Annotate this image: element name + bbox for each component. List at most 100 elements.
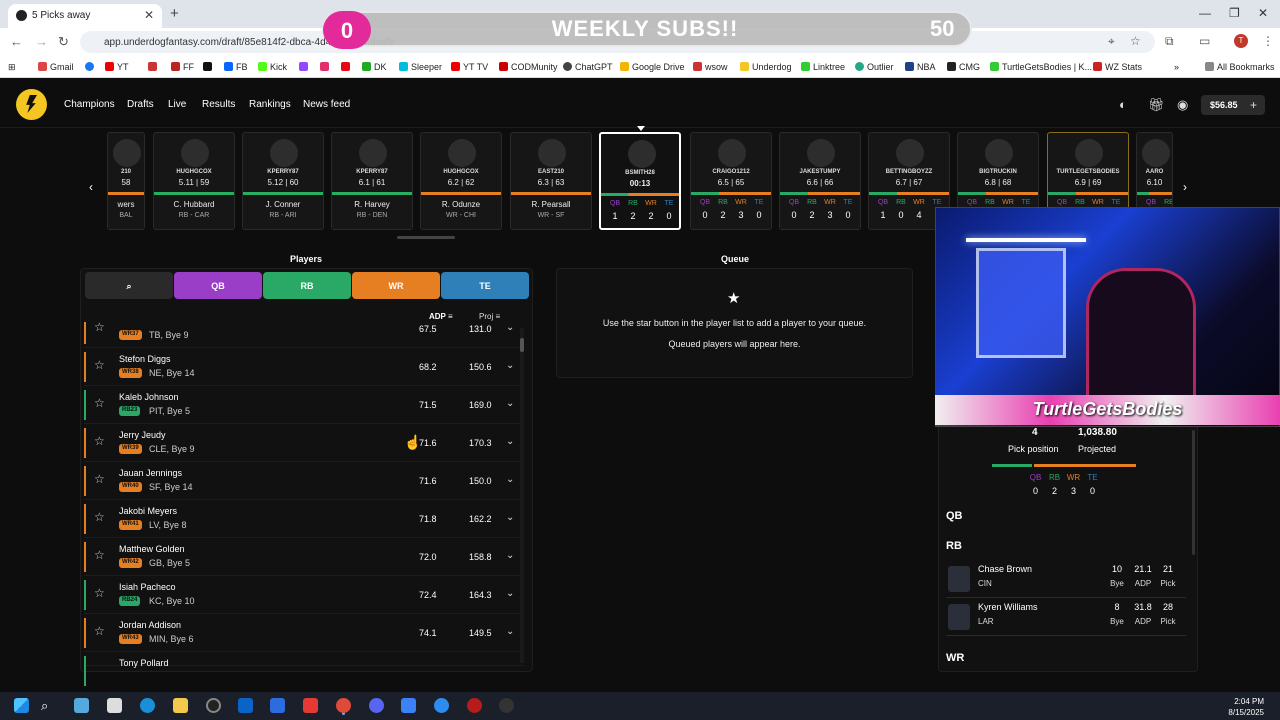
bookmark-linktree[interactable]: Linktree xyxy=(801,62,845,72)
chevron-down-icon[interactable]: ⌄ xyxy=(506,398,514,409)
player-row[interactable]: ☆ WR37 TB, Bye 9 67.5 131.0 ⌄ xyxy=(84,320,524,348)
team-panel-scrollbar[interactable] xyxy=(1192,430,1195,555)
more-bookmarks-icon[interactable]: » xyxy=(1174,62,1179,72)
browser-tab[interactable]: 5 Picks away ✕ xyxy=(8,4,162,28)
add-funds-icon[interactable]: + xyxy=(1250,98,1257,112)
draft-board-card[interactable]: EAST210 6.3 | 63 R. Pearsall WR - SF xyxy=(510,132,592,230)
discord-icon[interactable] xyxy=(369,698,384,713)
bookmark-star-icon[interactable]: ☆ xyxy=(1130,34,1141,48)
queue-star-icon[interactable]: ☆ xyxy=(94,586,105,600)
draft-board-card[interactable]: HUGHGCOX 6.2 | 62 R. Odunze WR - CHI xyxy=(420,132,502,230)
queue-star-icon[interactable]: ☆ xyxy=(94,548,105,562)
queue-star-icon[interactable]: ☆ xyxy=(94,510,105,524)
bookmark-nba[interactable]: NBA xyxy=(905,62,936,72)
forward-icon[interactable]: → xyxy=(35,34,48,49)
store-icon[interactable] xyxy=(270,698,285,713)
player-row[interactable]: ☆ Kaleb Johnson RB23 PIT, Bye 5 71.5 169.0 ⌄ xyxy=(84,386,524,424)
bookmark-netflix[interactable] xyxy=(341,62,353,72)
queue-star-icon[interactable]: ☆ xyxy=(94,434,105,448)
apps-icon[interactable]: ⊞ xyxy=(8,62,16,73)
extensions-icon[interactable]: ⧉ xyxy=(1165,34,1174,49)
bookmark-instagram[interactable] xyxy=(320,62,332,72)
minimize-icon[interactable]: — xyxy=(1199,6,1211,20)
bookmark-google-drive[interactable]: Google Drive xyxy=(620,62,685,72)
bookmark-wz-stats[interactable]: WZ Stats xyxy=(1093,62,1142,72)
chrome-icon[interactable] xyxy=(336,698,351,713)
chevron-down-icon[interactable]: ⌄ xyxy=(506,550,514,561)
reload-icon[interactable]: ↻ xyxy=(58,34,69,50)
queue-star-icon[interactable]: ☆ xyxy=(94,624,105,638)
player-row[interactable]: ☆ Jerry Jeudy WR39 CLE, Bye 9 71.6 170.3 ⌄ xyxy=(84,424,524,462)
bookmark-cmg[interactable]: CMG xyxy=(947,62,980,72)
edge-icon[interactable] xyxy=(140,698,155,713)
chevron-down-icon[interactable]: ⌄ xyxy=(506,474,514,485)
queue-star-icon[interactable]: ☆ xyxy=(94,396,105,410)
chevron-down-icon[interactable]: ⌄ xyxy=(506,360,514,371)
start-icon[interactable] xyxy=(14,698,29,713)
underdog-logo[interactable] xyxy=(16,89,47,120)
filter-rb-button[interactable]: RB xyxy=(263,272,351,299)
player-list-scroll-thumb[interactable] xyxy=(520,338,524,352)
chevron-down-icon[interactable]: ⌄ xyxy=(506,626,514,637)
bookmark-yttv[interactable]: YT TV xyxy=(451,62,488,72)
gift-icon[interactable]: 🎁︎ xyxy=(1148,97,1165,113)
nav-rankings[interactable]: Rankings xyxy=(249,99,291,110)
draft-board-card[interactable]: 210 58 wers BAL xyxy=(107,132,145,230)
filter-wr-button[interactable]: WR xyxy=(352,272,440,299)
bookmark-outlier[interactable]: Outlier xyxy=(855,62,894,72)
sort-adp-header[interactable]: ADP ≡ xyxy=(429,312,453,321)
menu-icon[interactable]: ⋮ xyxy=(1262,34,1274,48)
app-icon[interactable] xyxy=(467,698,482,713)
bookmark-codmunity[interactable]: CODMunity xyxy=(499,62,558,72)
copilot-icon[interactable] xyxy=(74,698,89,713)
maximize-icon[interactable]: ❐ xyxy=(1229,6,1240,20)
bookmark-mail[interactable] xyxy=(148,62,160,72)
bookmark-yt[interactable]: YT xyxy=(105,62,129,72)
chevron-down-icon[interactable]: ⌄ xyxy=(506,588,514,599)
drafted-player-row[interactable]: Chase Brown CIN 10 21.1 21 Bye ADP Pick xyxy=(946,562,1186,598)
nav-live[interactable]: Live xyxy=(168,99,186,110)
back-icon[interactable]: ← xyxy=(10,34,23,49)
new-tab-icon[interactable]: + xyxy=(170,5,179,22)
queue-star-icon[interactable]: ☆ xyxy=(94,472,105,486)
bookmark-twitch[interactable] xyxy=(299,62,311,72)
nav-champions[interactable]: Champions xyxy=(64,99,115,110)
draft-board-card[interactable]: HUGHGCOX 5.11 | 59 C. Hubbard RB - CAR xyxy=(153,132,235,230)
app-icon[interactable] xyxy=(499,698,514,713)
calculator-icon[interactable] xyxy=(107,698,122,713)
player-row[interactable]: ☆ Stefon Diggs WR38 NE, Bye 14 68.2 150.6 ⌄ xyxy=(84,348,524,386)
bookmark-kick[interactable]: Kick xyxy=(258,62,287,72)
nav-news-feed[interactable]: News feed xyxy=(303,99,350,110)
chevron-down-icon[interactable]: ⌄ xyxy=(506,436,514,447)
player-row[interactable]: ☆ Matthew Golden WR42 GB, Bye 5 72.0 158.8 ⌄ xyxy=(84,538,524,576)
queue-star-icon[interactable]: ☆ xyxy=(94,358,105,372)
draft-board-card[interactable]: KPERRY87 5.12 | 60 J. Conner RB - ARI xyxy=(242,132,324,230)
draft-board-card[interactable]: KPERRY87 6.1 | 61 R. Harvey RB - DEN xyxy=(331,132,413,230)
player-row[interactable]: ☆ Jordan Addison WR43 MIN, Bye 6 74.1 149.5 ⌄ xyxy=(84,614,524,652)
board-scrollbar[interactable] xyxy=(397,236,455,239)
bookmark-turtlegetsbodies[interactable]: TurtleGetsBodies | K... xyxy=(990,62,1092,72)
chevron-down-icon[interactable]: ⌄ xyxy=(506,322,514,333)
file-explorer-icon[interactable] xyxy=(173,698,188,713)
all-bookmarks[interactable]: All Bookmarks xyxy=(1205,62,1275,72)
player-list-scrollbar[interactable] xyxy=(520,328,524,663)
bookmark-underdog[interactable]: Underdog xyxy=(740,62,792,72)
profile-avatar[interactable]: T xyxy=(1234,34,1248,48)
outlook-icon[interactable] xyxy=(238,698,253,713)
bookmark-facebook[interactable] xyxy=(85,62,97,72)
filter-qb-button[interactable]: QB xyxy=(174,272,262,299)
bookmark-wsow[interactable]: wsow xyxy=(693,62,728,72)
player-search-button[interactable]: ⌕ xyxy=(85,272,173,299)
account-icon[interactable]: ◉ xyxy=(1177,97,1188,113)
sidebar-icon[interactable]: ▭ xyxy=(1199,34,1210,48)
nav-results[interactable]: Results xyxy=(202,99,235,110)
close-window-icon[interactable]: ✕ xyxy=(1258,6,1268,20)
close-tab-icon[interactable]: ✕ xyxy=(144,8,154,22)
search-icon[interactable]: ⌕ xyxy=(41,698,56,713)
player-row[interactable]: Tony Pollard xyxy=(84,652,524,686)
bookmark-sleeper[interactable]: Sleeper xyxy=(399,62,442,72)
filter-te-button[interactable]: TE xyxy=(441,272,529,299)
obs-icon[interactable] xyxy=(206,698,221,713)
theme-toggle-icon[interactable]: ◐ xyxy=(1119,97,1127,112)
board-scroll-left-icon[interactable]: ‹ xyxy=(89,180,93,194)
